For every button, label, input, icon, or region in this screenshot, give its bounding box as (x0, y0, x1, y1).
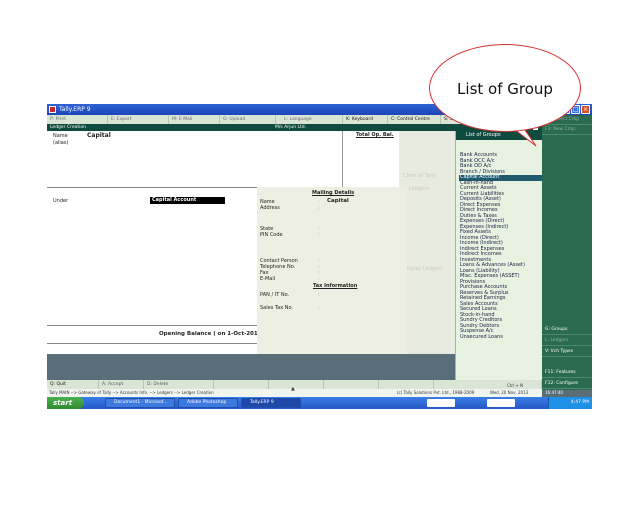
opening-balance-label: Opening Balance ( on 1-Oct-2019 ) : (159, 331, 271, 337)
keyboard-button[interactable]: K: Keyboard (343, 115, 388, 124)
system-tray: 4:47 PM (548, 397, 592, 409)
callout-text: List of Group (457, 80, 553, 98)
tray-logo-2[interactable] (487, 399, 515, 407)
configure-button[interactable]: F12: Configure (542, 379, 592, 389)
accept-button[interactable]: A: Accept (99, 380, 144, 389)
name-label: Name (53, 133, 68, 139)
print-button[interactable]: P: Print (47, 115, 108, 124)
mail-name-value[interactable]: Capital (327, 198, 349, 204)
sales-tax-label: Sales Tax No. (260, 305, 294, 311)
ghost-text-3: Display Ledgers (403, 266, 443, 272)
tray-logo-1[interactable] (427, 399, 455, 407)
language-button[interactable]: L: Language (276, 115, 343, 124)
upload-button[interactable]: O: Upload (220, 115, 276, 124)
email-label: E-Mail (260, 276, 276, 282)
alias-label: (alias) (53, 140, 69, 146)
address-label: Address (260, 205, 280, 211)
windows-taskbar: start Document1 - Microsof... Adobe Phot… (47, 397, 592, 409)
copyright-text: (c) Tally Solutions Pvt. Ltd., 1988-2009 (397, 390, 475, 395)
status-time: 16:47:40 (545, 390, 563, 395)
total-op-bal-label: Total Op. Bal. (356, 132, 394, 138)
taskbar-item-photoshop[interactable]: Adobe Photoshop (178, 398, 238, 408)
delete-button[interactable]: D: Delete (144, 380, 214, 389)
company-name: M/s Arjun Ltd. (275, 125, 307, 130)
export-button[interactable]: E: Export (108, 115, 169, 124)
pin-code-label: PIN Code (260, 232, 283, 238)
tally-app-icon (49, 106, 56, 113)
navigation-path: Tally MAIN --> Gateway of Tally --> Acco… (49, 390, 214, 395)
features-button[interactable]: F11: Features (542, 368, 592, 378)
ledgers-button[interactable]: L: Ledgers (542, 336, 592, 346)
status-date: Wed, 20 Nov, 2013 (490, 390, 529, 395)
list-of-groups-panel: List of Groups Bank Accounts Bank OCC A/c… (455, 131, 543, 380)
mailing-details-title: Mailing Details (312, 190, 355, 196)
taskbar-item-tally[interactable]: Tally.ERP 9 (241, 398, 301, 408)
ledger-name-input[interactable]: Capital (87, 132, 111, 139)
status-bar: Tally MAIN --> Gateway of Tally --> Acco… (47, 383, 542, 397)
scroll-up-icon[interactable]: ▲ (291, 385, 295, 393)
ctrl-n-hint: Ctrl + N (507, 383, 524, 388)
tax-information-title: Tax Information (313, 283, 358, 289)
right-button-panel: F1: Select Cmp F3: New Cmp G: Groups L: … (542, 115, 592, 390)
callout-bubble: List of Group (429, 44, 581, 132)
voucher-types-button[interactable]: V: Vch Types (542, 347, 592, 357)
control-centre-button[interactable]: C: Control Centre (388, 115, 441, 124)
mailing-details-panel: Mailing Details Name : Capital Address :… (257, 187, 407, 354)
window-title: Tally.ERP 9 (59, 106, 91, 113)
quit-button[interactable]: Q: Quit (47, 380, 99, 389)
ghost-gateway-menu: Chart of Tally Ledgers Display Ledgers (399, 131, 455, 354)
close-button[interactable]: × (581, 105, 590, 114)
start-button[interactable]: start (47, 397, 84, 409)
groups-button[interactable]: G: Groups (542, 325, 592, 335)
taskbar-item-word[interactable]: Document1 - Microsof... (105, 398, 175, 408)
pan-label: PAN / IT No. (260, 292, 290, 298)
taskbar-clock: 4:47 PM (570, 400, 589, 405)
screen-title: Ledger Creation (50, 125, 86, 130)
new-company-button[interactable]: F3: New Cmp (542, 125, 592, 135)
ghost-text-2: Ledgers (409, 186, 429, 192)
under-label: Under (53, 198, 69, 204)
ghost-text-1: Chart of Tally (403, 173, 436, 179)
group-list-item[interactable]: Unsecured Loans (459, 334, 542, 341)
total-op-bal-column: Total Op. Bal. (342, 131, 404, 187)
under-group-field[interactable]: Capital Account (150, 197, 225, 204)
email-button[interactable]: M: E-Mail (169, 115, 220, 124)
